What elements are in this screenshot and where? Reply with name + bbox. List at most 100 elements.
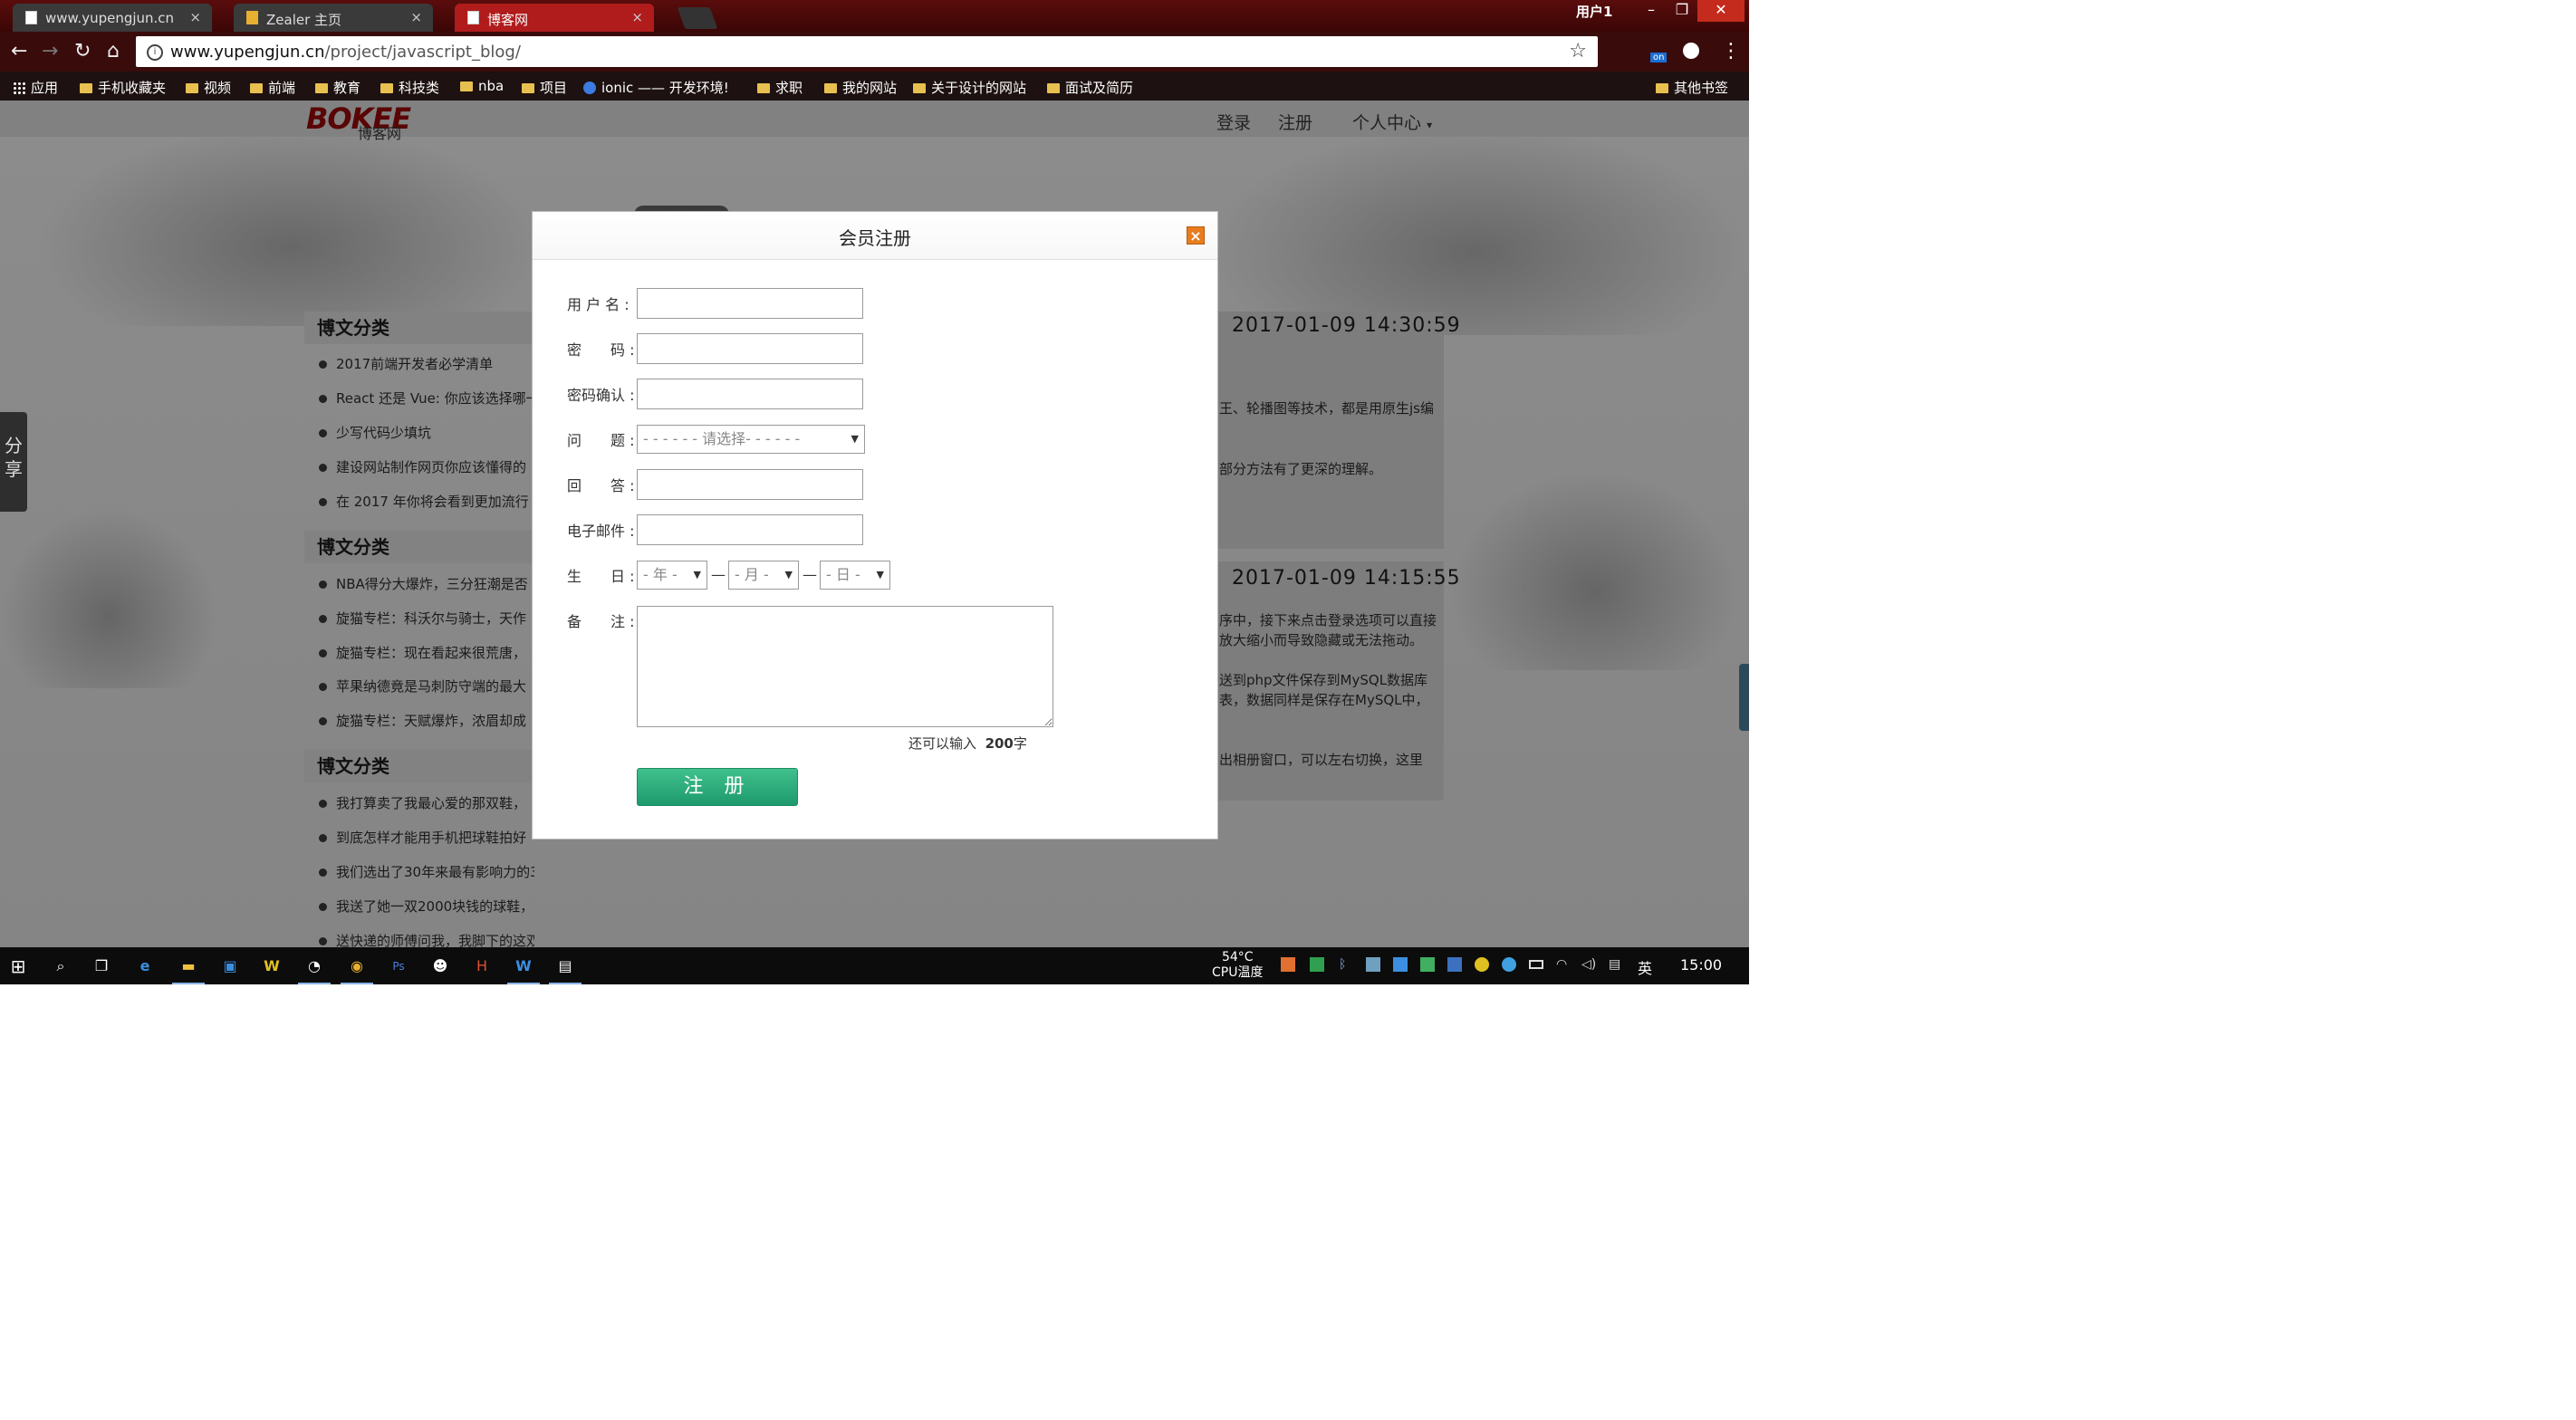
extension-icon[interactable]	[1683, 43, 1699, 59]
birth-day-value: - 日 -	[826, 566, 860, 583]
confirm-password-input[interactable]	[637, 379, 863, 409]
bookmark-folder[interactable]: 教育	[315, 78, 360, 97]
profile-name[interactable]: 用户1	[1576, 2, 1612, 21]
calculator-icon[interactable]: ▤	[549, 955, 582, 984]
minimize-icon[interactable]: –	[1636, 0, 1667, 22]
volume-icon[interactable]: ◁)	[1581, 957, 1596, 972]
share-button[interactable]: 分享	[0, 412, 27, 512]
webstorm-icon[interactable]: W	[507, 955, 540, 984]
sidebar-article-link[interactable]: NBA得分大爆炸，三分狂潮是否	[319, 574, 534, 593]
birth-month-select[interactable]: - 月 - ▼	[728, 561, 799, 590]
sidebar-article-link[interactable]: 少写代码少填坑	[319, 423, 534, 442]
extension-badge[interactable]: on	[1650, 53, 1668, 62]
sidebar-article-link[interactable]: 建设网站制作网页你应该懂得的	[319, 457, 534, 476]
home-icon[interactable]: ⌂	[107, 40, 120, 62]
url-text[interactable]: www.yupengjun.cn/project/javascript_blog…	[170, 43, 521, 62]
file-explorer-icon[interactable]: ▬	[172, 955, 205, 984]
question-select[interactable]: - - - - - - 请选择- - - - - - ▼	[637, 425, 865, 454]
bookmark-folder[interactable]: 科技类	[380, 78, 439, 97]
sidebar-article-link[interactable]: 旋猫专栏：天赋爆炸，浓眉却成	[319, 711, 534, 730]
sidebar-article-link[interactable]: 旋猫专栏：现在看起来很荒唐，	[319, 643, 534, 662]
bookmark-folder[interactable]: 我的网站	[824, 78, 897, 97]
nav-login[interactable]: 登录	[1216, 110, 1251, 134]
sidebar-article-link[interactable]: 到底怎样才能用手机把球鞋拍好	[319, 828, 534, 847]
url-path: /project/javascript_blog/	[324, 43, 521, 62]
answer-input[interactable]	[637, 469, 863, 500]
question-label: 问 题 :	[567, 432, 635, 449]
photoshop-icon[interactable]: Ps	[388, 955, 409, 977]
username-input[interactable]	[637, 288, 863, 319]
battery-icon[interactable]	[1529, 960, 1543, 969]
ws-icon[interactable]: W	[261, 955, 283, 977]
side-scroll-handle[interactable]	[1739, 664, 1749, 731]
sidebar-article-link[interactable]: 我打算卖了我最心爱的那双鞋，	[319, 793, 534, 812]
wifi-icon[interactable]: ◠	[1556, 957, 1571, 972]
bookmark-folder[interactable]: 求职	[757, 78, 803, 97]
close-icon[interactable]: ×	[1187, 226, 1205, 245]
reload-icon[interactable]: ↻	[74, 40, 91, 62]
bookmark-folder[interactable]: 关于设计的网站	[913, 78, 1026, 97]
email-input[interactable]	[637, 514, 863, 545]
browser-tab-active[interactable]: 博客网 ×	[455, 4, 654, 32]
tray-app-icon[interactable]	[1502, 957, 1516, 972]
edge-icon[interactable]: e	[134, 955, 156, 977]
bookmark-link[interactable]: ionic —— 开发环境!	[583, 78, 729, 97]
hbuilder-icon[interactable]: H	[471, 955, 493, 977]
app-icon[interactable]: ◔	[298, 955, 331, 984]
bookmark-apps[interactable]: 应用	[13, 78, 58, 97]
tray-app-icon[interactable]	[1366, 957, 1380, 972]
sidebar-article-link[interactable]: 我送了她一双2000块钱的球鞋，她却...	[319, 897, 534, 916]
sidebar-article-link[interactable]: 在 2017 年你将会看到更加流行	[319, 492, 534, 511]
input-language[interactable]: 英	[1638, 956, 1652, 978]
bookmark-folder[interactable]: 项目	[522, 78, 567, 97]
back-icon[interactable]: ←	[11, 40, 27, 62]
sidebar-article-link[interactable]: React 还是 Vue: 你应该选择哪一	[319, 389, 534, 408]
other-bookmarks[interactable]: 其他书签	[1656, 78, 1728, 97]
forward-icon[interactable]: →	[42, 40, 58, 62]
qq-icon[interactable]: ☻	[429, 955, 451, 977]
tray-app-icon[interactable]	[1310, 957, 1324, 972]
sidebar-article-link[interactable]: 旋猫专栏：科沃尔与骑士，天作	[319, 609, 534, 628]
sidebar-article-link[interactable]: 苹果纳德竟是马刺防守端的最大	[319, 676, 534, 696]
cpu-temperature[interactable]: 54°C CPU温度	[1212, 950, 1263, 981]
bookmark-folder[interactable]: 视频	[186, 78, 231, 97]
birth-day-select[interactable]: - 日 - ▼	[820, 561, 890, 590]
bookmark-label: 我的网站	[842, 80, 898, 96]
bookmark-folder[interactable]: 前端	[250, 78, 295, 97]
nav-user-center[interactable]: 个人中心 ▾	[1352, 110, 1432, 134]
browser-tab[interactable]: Zealer 主页 ×	[234, 4, 433, 32]
window-close-icon[interactable]: ✕	[1697, 0, 1745, 22]
sidebar-article-link[interactable]: 2017前端开发者必学清单	[319, 354, 534, 373]
birth-year-select[interactable]: - 年 - ▼	[637, 561, 707, 590]
browser-tab[interactable]: www.yupengjun.cn ×	[13, 4, 212, 32]
bookmark-folder[interactable]: 面试及简历	[1047, 78, 1133, 97]
chrome-icon[interactable]: ◉	[341, 955, 373, 984]
tray-app-icon[interactable]	[1475, 957, 1489, 972]
clock[interactable]: 15:00	[1680, 956, 1722, 974]
tab-close-icon[interactable]: ×	[189, 9, 201, 25]
password-input[interactable]	[637, 333, 863, 364]
note-textarea[interactable]	[637, 606, 1053, 727]
bookmark-star-icon[interactable]: ☆	[1569, 40, 1587, 62]
register-submit-button[interactable]: 注 册	[637, 768, 798, 806]
tab-close-icon[interactable]: ×	[631, 9, 643, 25]
info-icon[interactable]: i	[147, 44, 163, 61]
tray-app-icon[interactable]	[1447, 957, 1462, 972]
search-icon[interactable]: ⌕	[50, 955, 72, 977]
sidebar-article-link[interactable]: 我们选出了30年来最有影响力的30双...	[319, 862, 534, 881]
bookmark-folder[interactable]: 手机收藏夹	[80, 78, 166, 97]
start-icon[interactable]: ⊞	[7, 955, 29, 977]
menu-icon[interactable]: ⋮	[1721, 40, 1741, 62]
tray-app-icon[interactable]	[1393, 957, 1408, 972]
store-icon[interactable]: ▣	[219, 955, 241, 977]
tab-close-icon[interactable]: ×	[410, 9, 422, 25]
bookmark-folder[interactable]: nba	[460, 78, 504, 94]
restore-icon[interactable]: ❐	[1667, 0, 1697, 22]
tray-app-icon[interactable]	[1420, 957, 1435, 972]
notification-icon[interactable]: ▤	[1609, 957, 1623, 972]
nav-register[interactable]: 注册	[1278, 110, 1312, 134]
address-bar[interactable]: i www.yupengjun.cn/project/javascript_bl…	[136, 36, 1598, 67]
bluetooth-icon[interactable]: ᛒ	[1339, 957, 1353, 972]
tray-app-icon[interactable]	[1281, 957, 1295, 972]
task-view-icon[interactable]: ❐	[91, 955, 112, 977]
